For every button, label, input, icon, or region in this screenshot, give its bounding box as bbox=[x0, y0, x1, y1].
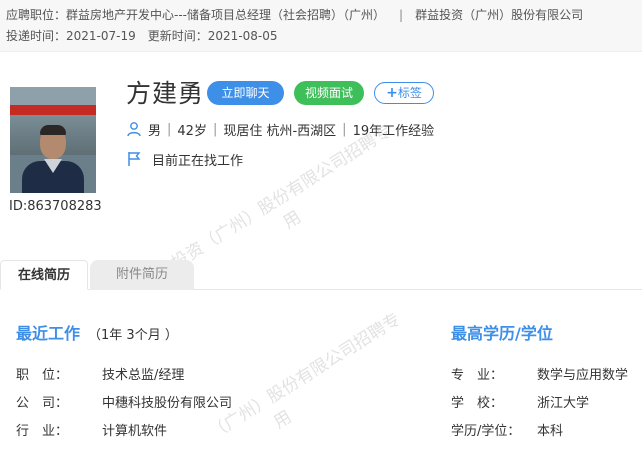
company-name: 群益投资（广州）股份有限公司 bbox=[415, 8, 584, 22]
job-status: 目前正在找工作 bbox=[126, 149, 243, 169]
education-degree-row: 学历/学位： 本科 bbox=[451, 424, 564, 439]
job-status-text: 目前正在找工作 bbox=[152, 153, 244, 169]
candidate-basic-info: 男 | 42岁 | 现居住 杭州-西湖区 | 19年工作经验 bbox=[126, 119, 434, 139]
add-tag-button[interactable]: +标签 bbox=[374, 82, 434, 104]
resume-tabs: 在线简历 附件简历 bbox=[0, 258, 642, 290]
watermark: （广州）股份有限公司招聘专 用 bbox=[206, 309, 405, 444]
recent-work-title: 最近工作 （1年 3个月 ） bbox=[16, 324, 178, 343]
work-industry-row: 行 业： 计算机软件 bbox=[16, 424, 168, 439]
update-time-value: 2021-08-05 bbox=[207, 29, 278, 43]
education-major-row: 专 业： 数学与应用数学 bbox=[451, 368, 629, 383]
residence: 现居住 杭州-西湖区 bbox=[223, 123, 337, 139]
application-position-line: 应聘职位：群益房地产开发中心---储备项目总经理（社会招聘）（广州） | 群益投资（… bbox=[6, 5, 636, 26]
plus-icon: + bbox=[386, 85, 398, 101]
add-tag-label: 标签 bbox=[397, 86, 422, 100]
chat-now-button[interactable]: 立即聊天 bbox=[207, 81, 284, 105]
update-time-label: 更新时间： bbox=[147, 29, 208, 43]
candidate-photo bbox=[10, 87, 96, 193]
application-info-bar: 应聘职位：群益房地产开发中心---储备项目总经理（社会招聘）（广州） | 群益投资（… bbox=[0, 0, 642, 52]
separator: | bbox=[399, 8, 404, 22]
work-company-row: 公 司： 中穗科技股份有限公司 bbox=[16, 396, 233, 411]
candidate-id: ID:863708283 bbox=[9, 199, 102, 214]
flag-icon bbox=[128, 152, 141, 166]
recent-work-duration: （1年 3个月 ） bbox=[88, 328, 178, 343]
gender: 男 bbox=[148, 123, 162, 139]
education-title: 最高学历/学位 bbox=[451, 324, 553, 343]
candidate-profile: ID:863708283 方建勇 立即聊天 视频面试 +标签 男 | 42岁 |… bbox=[0, 52, 642, 252]
education-school-row: 学 校： 浙江大学 bbox=[451, 396, 590, 411]
work-experience: 19年工作经验 bbox=[352, 123, 435, 139]
video-interview-button[interactable]: 视频面试 bbox=[294, 81, 364, 105]
position-label: 应聘职位： bbox=[6, 8, 67, 22]
submit-time-label: 投递时间： bbox=[6, 29, 67, 43]
work-position-row: 职 位： 技术总监/经理 bbox=[16, 368, 185, 383]
tab-attachment-resume[interactable]: 附件简历 bbox=[90, 260, 194, 290]
person-icon bbox=[127, 122, 141, 137]
submit-time-value: 2021-07-19 bbox=[66, 29, 136, 43]
tab-online-resume[interactable]: 在线简历 bbox=[0, 260, 88, 290]
application-dates-line: 投递时间：2021-07-19 更新时间：2021-08-05 bbox=[6, 26, 636, 47]
position-value: 群益房地产开发中心---储备项目总经理（社会招聘）（广州） bbox=[66, 8, 386, 22]
age: 42岁 bbox=[177, 123, 207, 139]
candidate-name: 方建勇 bbox=[126, 79, 205, 108]
